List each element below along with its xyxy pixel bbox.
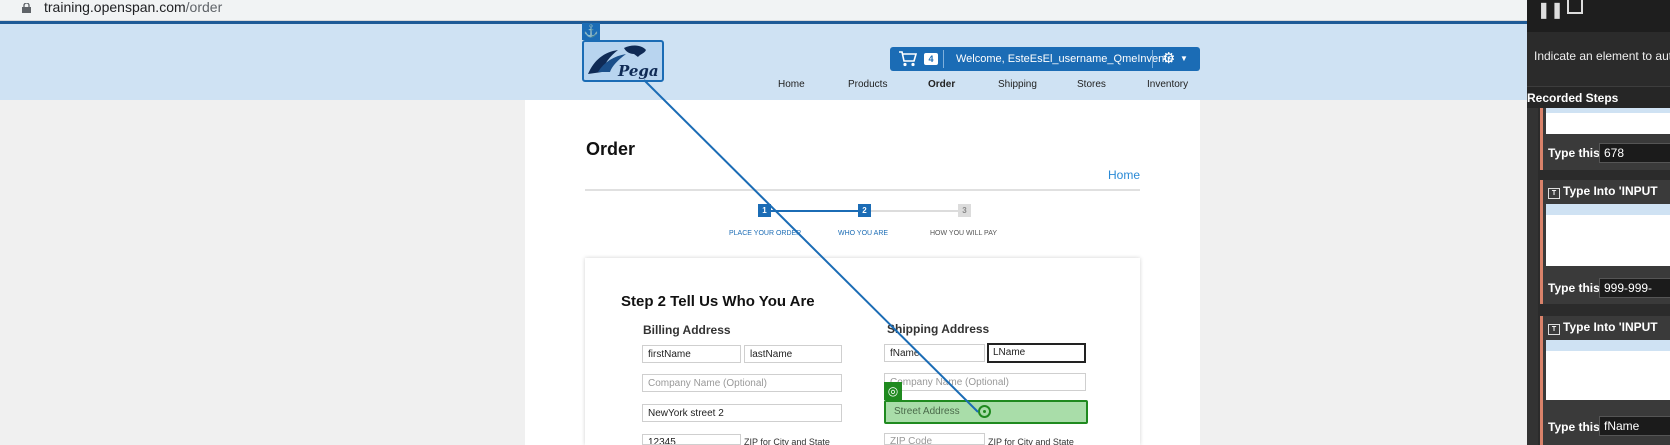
scrollbar[interactable] <box>1527 108 1538 445</box>
billing-last-name-field[interactable]: lastName <box>744 345 842 363</box>
step-thumbnail <box>1546 204 1670 266</box>
recorded-steps-title: Recorded Steps <box>1527 91 1619 105</box>
type-this-label: Type this <box>1548 281 1600 295</box>
step-title-text: Type Into 'INPUT <box>1563 320 1658 334</box>
billing-zip-field[interactable]: 12345 <box>642 434 741 445</box>
target-badge-icon: ◎ <box>884 382 902 400</box>
recorded-step[interactable]: T Type Into 'INPUT Type this 999-999- <box>1540 180 1670 304</box>
step-2-marker: 2 <box>858 204 871 217</box>
recorder-hint: Indicate an element to aut <box>1534 49 1670 63</box>
pega-logo[interactable]: Pega <box>582 40 664 82</box>
step-heading: Step 2 Tell Us Who You Are <box>621 293 815 310</box>
nav-order[interactable]: Order <box>928 79 955 90</box>
step-1-label: PLACE YOUR ORDER <box>729 230 802 237</box>
shipping-address-label: Shipping Address <box>887 322 990 336</box>
home-link[interactable]: Home <box>1108 168 1140 182</box>
crosshair-icon <box>978 405 991 418</box>
step-progress-line <box>864 210 964 212</box>
url-text[interactable]: training.openspan.com/order <box>44 0 222 14</box>
billing-street-field[interactable]: NewYork street 2 <box>642 404 842 422</box>
step-title-text: Type Into 'INPUT <box>1563 184 1658 198</box>
lock-icon <box>22 3 31 13</box>
type-value-field[interactable]: fName <box>1599 416 1670 436</box>
page-title: Order <box>586 139 636 159</box>
browser-url-bar[interactable]: training.openspan.com/order <box>0 0 1527 21</box>
url-path: /order <box>185 0 223 15</box>
gear-icon[interactable]: ⚙ <box>1162 49 1175 67</box>
user-bar: 4 Welcome, EsteEsEl_username_QmeInvente … <box>890 47 1200 71</box>
cart-icon <box>899 51 918 67</box>
shipping-last-name-field[interactable]: LName <box>987 343 1086 363</box>
recorder-toolbar: ❚❚ <box>1527 0 1670 32</box>
divider <box>1152 50 1153 68</box>
shipping-first-name-field[interactable]: fName <box>884 344 985 362</box>
cart-button[interactable]: 4 <box>898 50 938 68</box>
billing-first-name-field[interactable]: firstName <box>642 345 741 363</box>
divider <box>943 50 944 68</box>
step-2-label: WHO YOU ARE <box>838 230 889 237</box>
shipping-zip-hint: ZIP for City and State <box>988 437 1074 445</box>
type-this-label: Type this <box>1548 420 1600 434</box>
text-input-icon: T <box>1548 188 1560 199</box>
site-header: 4 Welcome, EsteEsEl_username_QmeInvente … <box>0 21 1527 100</box>
type-this-label: Type this <box>1548 146 1600 160</box>
step-1-marker: 1 <box>758 204 771 217</box>
step-3-marker: 3 <box>958 204 971 217</box>
pause-icon[interactable]: ❚❚ <box>1537 0 1564 20</box>
billing-address-label: Billing Address <box>643 323 731 337</box>
step-title: T Type Into 'INPUT <box>1548 184 1658 199</box>
nav-home[interactable]: Home <box>778 79 805 90</box>
nav-stores[interactable]: Stores <box>1077 79 1106 90</box>
recorded-step[interactable]: T Type Into 'INPUT Type this fName <box>1540 316 1670 445</box>
text-input-icon: T <box>1548 324 1560 335</box>
nav-inventory[interactable]: Inventory <box>1147 79 1188 90</box>
url-host: training.openspan.com <box>44 0 186 15</box>
cart-count-badge: 4 <box>924 53 938 65</box>
billing-zip-hint: ZIP for City and State <box>744 437 830 445</box>
recorded-step[interactable]: Type this 678 <box>1540 108 1670 170</box>
type-value-field[interactable]: 678 <box>1599 143 1670 163</box>
step-title: T Type Into 'INPUT <box>1548 320 1658 335</box>
billing-company-field[interactable]: Company Name (Optional) <box>642 374 842 392</box>
shipping-zip-field[interactable]: ZIP Code <box>884 433 985 445</box>
step-thumbnail <box>1546 340 1670 400</box>
recorded-steps-header: Recorded Steps <box>1527 86 1670 108</box>
shipping-company-field[interactable]: Company Name (Optional) <box>884 373 1086 391</box>
caret-down-icon: ▼ <box>1180 54 1188 63</box>
step-3-label: HOW YOU WILL PAY <box>930 230 998 237</box>
nav-shipping[interactable]: Shipping <box>998 79 1037 90</box>
type-value-field[interactable]: 999-999- <box>1599 278 1670 298</box>
anchor-icon: ⚓ <box>582 23 600 40</box>
welcome-text: Welcome, EsteEsEl_username_QmeInvente <box>956 53 1174 65</box>
step-progress-line <box>764 210 864 212</box>
save-icon[interactable] <box>1567 0 1583 14</box>
nav-products[interactable]: Products <box>848 79 887 90</box>
logo-text: Pega <box>618 62 659 80</box>
step-thumbnail <box>1546 108 1670 134</box>
recorder-panel: ❚❚ Indicate an element to aut Recorded S… <box>1527 0 1670 445</box>
divider <box>585 189 1140 191</box>
